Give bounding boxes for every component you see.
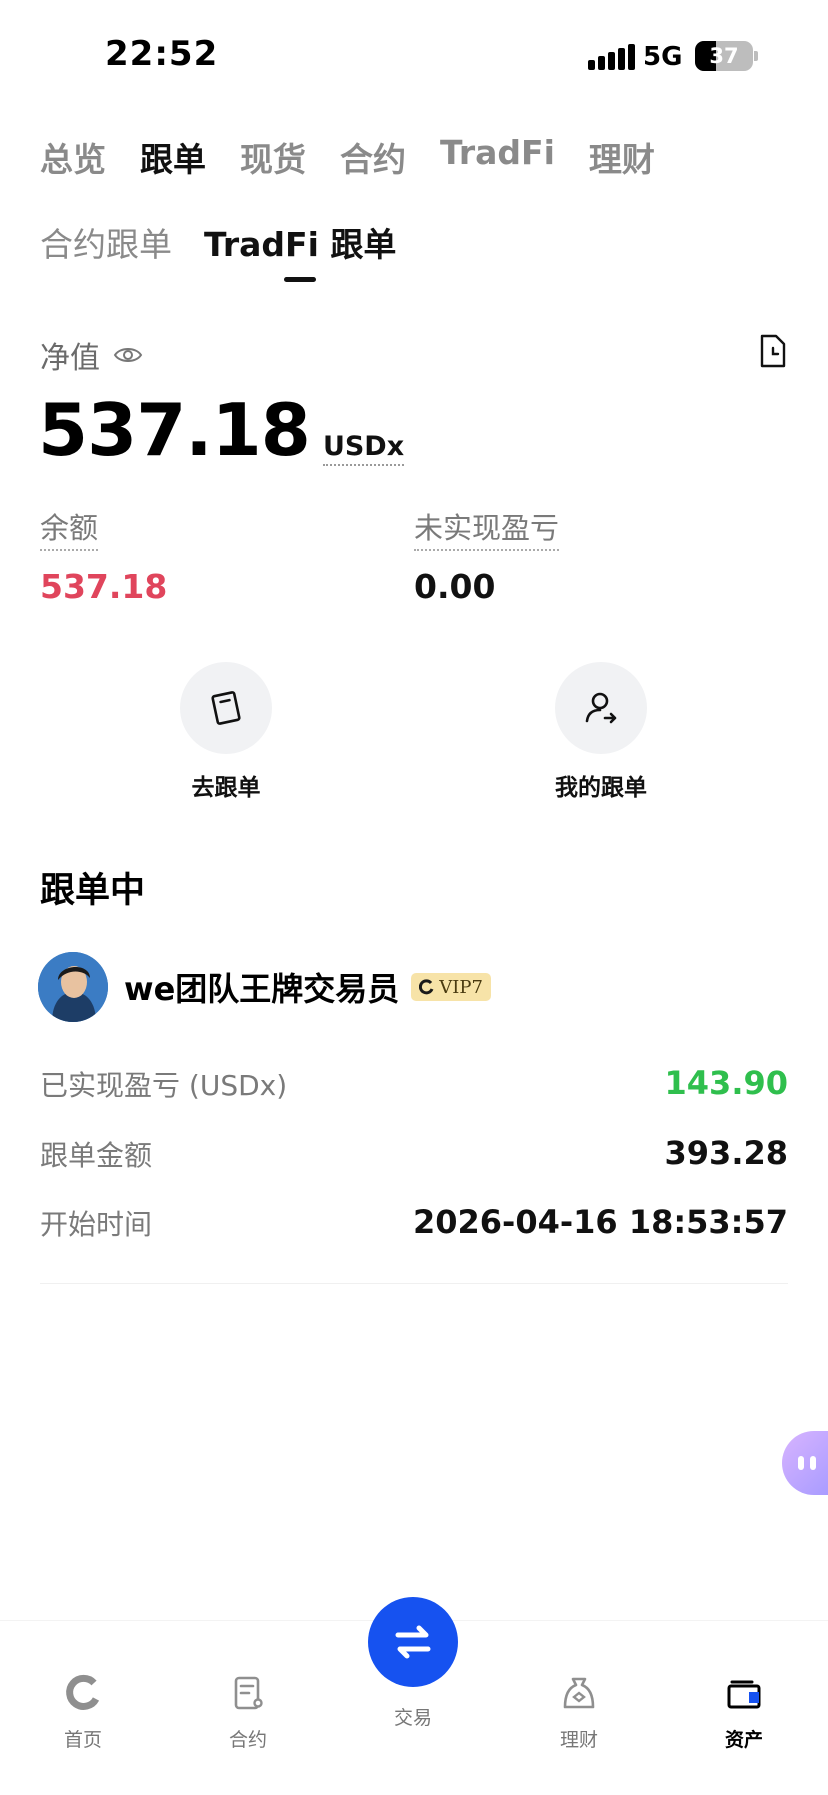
bottom-tab-home[interactable]: 首页 [28,1673,138,1752]
main-tabs: 总览 跟单 现货 合约 TradFi 理财 [40,133,655,183]
copy-amount-label: 跟单金额 [40,1139,153,1172]
status-bar: 22:52 5G 37 [0,0,828,110]
unrealized-pnl-stat: 未实现盈亏 0.00 [414,505,560,606]
start-time-label: 开始时间 [40,1208,153,1241]
vip-level: VIP7 [439,976,483,998]
realized-pnl-row: 已实现盈亏 (USDx) 143.90 [40,1064,788,1108]
subtab-futures-copy[interactable]: 合约跟单 [40,218,172,282]
money-bag-icon [563,1677,595,1709]
bottom-tab-earn[interactable]: 理财 [524,1673,634,1752]
balance-stat: 余额 537.18 [40,505,167,606]
my-copy-label: 我的跟单 [555,775,647,801]
balance-label[interactable]: 余额 [40,505,99,551]
bottom-tab-trade[interactable]: 交易 [358,1597,468,1730]
copy-amount-row: 跟单金额 393.28 [40,1134,788,1178]
subtab-tradfi-copy[interactable]: TradFi 跟单 [204,218,396,282]
battery-icon: 37 [695,41,753,71]
net-value-header: 净值 [40,333,788,376]
bottom-tab-bar: 首页 合约 交易 理财 资产 [0,1597,828,1795]
start-time-value: 2026-04-16 18:53:57 [412,1203,788,1241]
wallet-icon [727,1680,761,1709]
go-copy-label: 去跟单 [191,775,261,801]
network-type: 5G [643,42,683,72]
net-value-unit[interactable]: USDx [322,431,405,466]
vip-badge: VIP7 [411,973,491,1001]
eye-icon[interactable] [113,344,143,366]
assistant-bubble-icon[interactable] [782,1431,828,1495]
status-time: 22:52 [105,34,219,74]
cards-icon [211,691,241,725]
start-time-row: 开始时间 2026-04-16 18:53:57 [40,1203,788,1247]
copying-section-title: 跟单中 [40,871,146,911]
battery-cap [754,51,758,61]
bottom-tab-futures-label: 合约 [228,1729,267,1751]
tab-earn[interactable]: 理财 [589,133,655,183]
bottom-tab-assets[interactable]: 资产 [689,1673,799,1752]
tab-spot[interactable]: 现货 [240,133,306,183]
vip-logo-icon [419,979,434,995]
signal-strength-icon [588,44,638,70]
tab-overview[interactable]: 总览 [40,133,106,183]
bottom-tab-home-label: 首页 [63,1729,102,1751]
sub-tabs: 合约跟单 TradFi 跟单 [40,218,396,288]
tab-futures[interactable]: 合约 [340,133,406,183]
net-value-row: 537.18 USDx [38,388,405,472]
records-document-icon[interactable] [758,333,788,369]
net-value-amount: 537.18 [38,388,311,472]
bottom-tab-futures[interactable]: 合约 [193,1673,303,1752]
go-copy-icon-wrap [180,662,272,754]
copy-amount-value: 393.28 [664,1134,788,1172]
my-copy-button[interactable]: 我的跟单 [521,662,681,802]
divider [40,1283,788,1284]
unrealized-pnl-value: 0.00 [414,567,496,606]
bottom-tab-assets-label: 资产 [724,1729,763,1751]
tab-tradfi[interactable]: TradFi [440,133,555,183]
futures-document-icon [234,1676,263,1710]
trader-avatar [38,952,108,1022]
tab-copy-trading[interactable]: 跟单 [140,133,206,183]
user-swap-icon [585,692,617,724]
unrealized-pnl-label[interactable]: 未实现盈亏 [414,505,560,551]
trader-name: we团队王牌交易员 [124,970,400,1008]
net-value-label: 净值 [40,341,100,376]
bottom-tab-trade-label: 交易 [393,1707,432,1729]
trader-header[interactable]: we团队王牌交易员 VIP7 [38,952,491,1022]
home-icon [66,1674,100,1710]
bottom-tab-earn-label: 理财 [559,1729,598,1751]
battery-percent: 37 [709,44,739,68]
swap-arrows-icon [395,1625,431,1659]
balance-value: 537.18 [40,567,168,606]
my-copy-icon-wrap [555,662,647,754]
go-copy-button[interactable]: 去跟单 [146,662,306,802]
trade-button [368,1597,458,1687]
realized-pnl-label: 已实现盈亏 (USDx) [40,1069,288,1102]
realized-pnl-value: 143.90 [664,1064,788,1102]
